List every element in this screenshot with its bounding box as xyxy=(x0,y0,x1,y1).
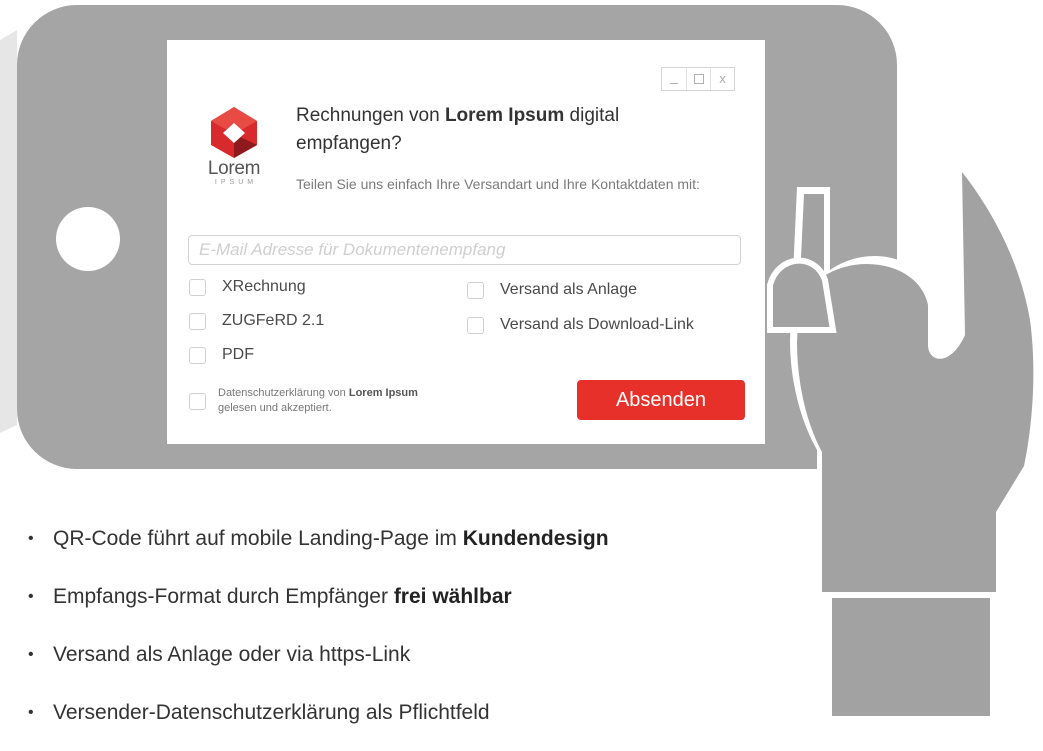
heading-brand: Lorem Ipsum xyxy=(444,105,565,126)
option-zugferd[interactable]: ZUGFeRD 2.1 xyxy=(189,312,324,330)
option-label: Versand als Download-Link xyxy=(500,316,694,333)
option-xrechnung[interactable]: XRechnung xyxy=(189,278,306,296)
brand-logo: Lorem IPSUM xyxy=(199,105,269,186)
dialog-subtitle: Teilen Sie uns einfach Ihre Versandart u… xyxy=(296,176,700,192)
privacy-consent[interactable]: Datenschutzerklärung von Lorem Ipsum gele… xyxy=(189,386,418,416)
bullet-icon: • xyxy=(28,646,34,663)
option-label: Versand als Anlage xyxy=(500,281,637,298)
privacy-text: Datenschutzerklärung von Lorem Ipsum gele… xyxy=(218,387,418,414)
list-item: • Empfangs-Format durch Empfänger frei wä… xyxy=(28,577,609,635)
bullet-icon: • xyxy=(28,530,34,547)
list-item: • Versender-Datenschutzerklärung als Pfli… xyxy=(28,693,609,751)
list-item: • QR-Code führt auf mobile Landing-Page i… xyxy=(28,519,609,577)
submit-button[interactable]: Absenden xyxy=(577,380,745,420)
dialog-heading: Rechnungen von Lorem Ipsum digital empfa… xyxy=(296,105,620,154)
close-icon[interactable]: x xyxy=(710,68,734,90)
logo-wordmark: Lorem xyxy=(207,158,261,179)
checkbox-privacy[interactable] xyxy=(189,393,206,410)
option-label: PDF xyxy=(222,346,254,363)
minimize-icon[interactable] xyxy=(662,68,686,90)
bullet-icon: • xyxy=(28,704,34,721)
option-versand-anlage[interactable]: Versand als Anlage xyxy=(467,281,637,299)
checkbox-versand-anlage[interactable] xyxy=(467,281,484,299)
option-label: ZUGFeRD 2.1 xyxy=(222,312,325,329)
list-item: • Versand als Anlage oder via https-Link xyxy=(28,635,609,693)
logo-diamond-icon xyxy=(211,107,257,158)
checkbox-pdf[interactable] xyxy=(189,346,206,364)
checkbox-zugferd[interactable] xyxy=(189,312,206,330)
signup-dialog: x Lorem IPSUM Rechnungen von Lorem Ipsum… xyxy=(167,40,765,444)
device-shadow xyxy=(0,30,17,433)
home-button-icon xyxy=(56,207,120,271)
checkbox-versand-link[interactable] xyxy=(467,316,484,334)
option-versand-link[interactable]: Versand als Download-Link xyxy=(467,316,694,334)
checkbox-xrechnung[interactable] xyxy=(189,278,206,296)
feature-list: • QR-Code führt auf mobile Landing-Page i… xyxy=(28,519,609,751)
bullet-icon: • xyxy=(28,588,34,605)
window-controls: x xyxy=(661,67,735,91)
maximize-icon[interactable] xyxy=(686,68,710,90)
email-input[interactable] xyxy=(188,235,741,265)
option-pdf[interactable]: PDF xyxy=(189,346,254,364)
logo-subtext: IPSUM xyxy=(214,179,258,186)
option-label: XRechnung xyxy=(222,278,306,295)
